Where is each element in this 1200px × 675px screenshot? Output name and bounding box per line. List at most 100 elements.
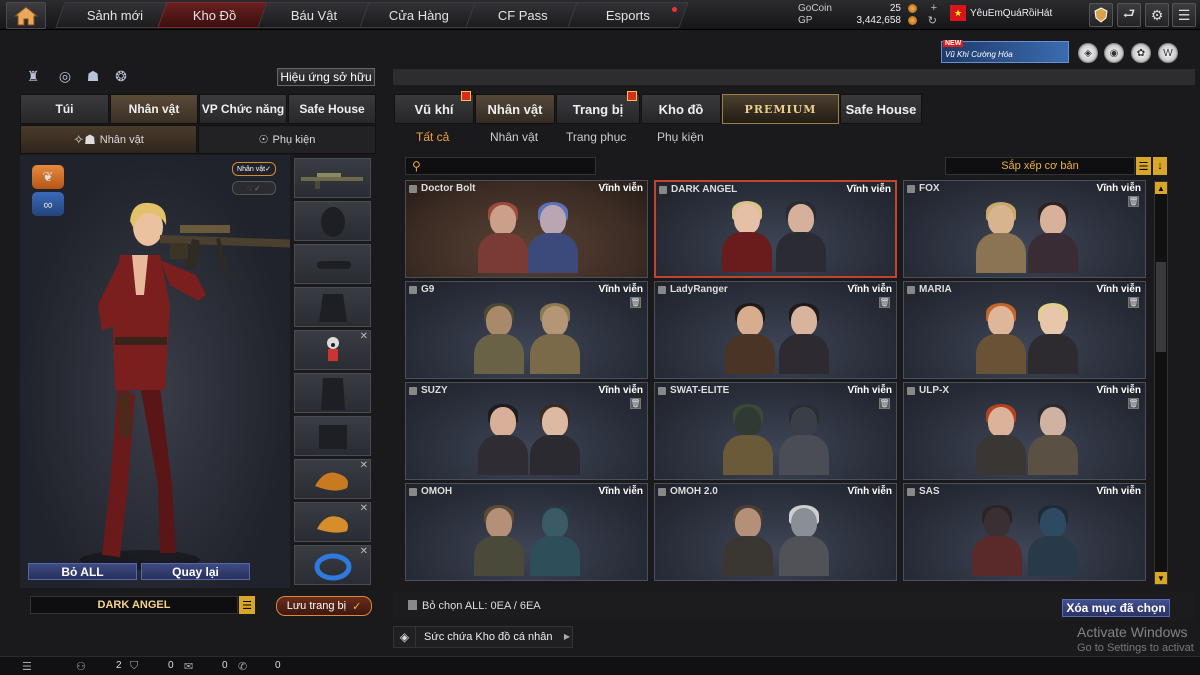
tab-vu-khi[interactable]: Vũ khí [394,91,474,124]
trash-icon[interactable]: 🗑 [1128,196,1139,207]
back-button[interactable]: Quay lại [141,563,250,580]
slot-goggles[interactable] [294,244,371,284]
remove-all-button[interactable]: Bỏ ALL [28,563,137,580]
close-icon[interactable]: ✕ [360,546,368,557]
left-subtab-nhan-vat[interactable]: ✧☗ Nhân vật [20,125,197,154]
gear-icon[interactable]: ⚙ [1145,3,1169,27]
slot-pack[interactable] [294,416,371,456]
flag-icon: ★ [950,5,966,21]
character-card-fox[interactable]: FOX Vĩnh viễn 🗑 [903,180,1146,278]
subtab-trang-phuc[interactable]: Trang phục [566,130,626,144]
trash-icon[interactable]: 🗑 [630,297,641,308]
rank-badge-icon[interactable] [1089,3,1113,27]
grenade-icon[interactable]: ❂ [112,67,130,85]
slot-accessory-3[interactable]: ✕ [294,545,371,585]
tab-bau-vat[interactable]: Báu Vật [257,2,372,28]
trash-icon[interactable]: 🗑 [1128,398,1139,409]
deselect-all-label[interactable]: Bỏ chọn ALL: 0EA / 6EA [422,600,541,612]
menu-icon[interactable]: ☰ [1172,3,1196,27]
left-tab-tui[interactable]: Túi [20,94,109,124]
trash-icon[interactable]: 🗑 [879,398,890,409]
eye-rotate-icon[interactable]: ◎ [56,67,74,85]
sort-order-icon[interactable]: ↓ [1153,157,1167,175]
scroll-up-icon[interactable]: ▲ [1155,182,1167,194]
list-status[interactable]: ☰ [22,660,32,673]
inventory-capacity-button[interactable]: ◈ Sức chứa Kho đồ cá nhân ▶ [393,626,573,648]
trash-icon[interactable]: 🗑 [879,297,890,308]
tab-kho-do[interactable]: Kho Đồ [157,2,272,28]
slot-weapon[interactable] [294,158,371,198]
tab-cf-pass[interactable]: CF Pass [465,2,580,28]
character-card-swat-elite[interactable]: SWAT-ELITE Vĩnh viễn 🗑 [654,382,897,480]
left-tab-safe-house[interactable]: Safe House [288,94,376,124]
pose-icon[interactable]: ☗ [84,67,102,85]
tab-sanh-moi[interactable]: Sảnh mới [55,2,175,28]
character-card-doctor-bolt[interactable]: Doctor Bolt Vĩnh viễn [405,180,648,278]
goggles-silhouette-icon [317,261,351,269]
left-subtab-label: Phụ kiện [272,133,316,146]
character-card-dark-angel[interactable]: DARK ANGEL Vĩnh viễn [654,180,897,278]
slot-vest[interactable] [294,287,371,327]
tab-esports[interactable]: Esports [567,2,689,28]
slot-body[interactable] [294,373,371,413]
event-w-icon[interactable]: W [1158,43,1178,63]
left-tab-nhan-vat[interactable]: Nhân vật [110,94,198,124]
sort-dropdown[interactable]: Sắp xếp cơ bản [945,157,1135,175]
event-shield-icon[interactable]: ◈ [1078,43,1098,63]
character-name-field[interactable]: DARK ANGEL [30,596,238,614]
tab-trang-bi[interactable]: Trang bị [556,91,640,124]
gp-value: 3,442,658 [856,14,902,26]
character-card-sas[interactable]: SAS Vĩnh viễn [903,483,1146,581]
friends-status[interactable]: ⚇ [76,660,86,673]
chat-status[interactable]: ✉ [184,660,193,673]
character-preview[interactable]: ❦ ∞ Nhân vật ✓ ◌ ✓ [20,155,290,588]
tab-nhan-vat[interactable]: Nhân vật [475,94,555,124]
slot-head[interactable] [294,201,371,241]
character-card-suzy[interactable]: SUZY Vĩnh viễn 🗑 [405,382,648,480]
exit-icon[interactable]: ⮐ [1117,3,1141,27]
event-ball-icon[interactable]: ✿ [1131,43,1151,63]
grid-scrollbar[interactable]: ▲ ▼ [1154,181,1168,585]
left-subtab-phu-kien[interactable]: ☉ Phụ kiện [198,125,376,154]
character-card-omoh[interactable]: OMOH Vĩnh viễn [405,483,648,581]
refresh-icon[interactable]: ↻ [928,14,937,27]
owned-effects-button[interactable]: Hiệu ứng sở hữu [277,68,375,86]
add-gocoin-icon[interactable]: + [931,2,937,14]
subtab-nhan-vat[interactable]: Nhân vật [490,130,538,144]
scroll-thumb[interactable] [1156,262,1166,352]
tab-safe-house[interactable]: Safe House [840,94,922,124]
close-icon[interactable]: ✕ [360,331,368,342]
character-card-ladyranger[interactable]: LadyRanger Vĩnh viễn 🗑 [654,281,897,379]
gift-icon[interactable]: ♜ [24,67,42,85]
close-icon[interactable]: ✕ [360,503,368,514]
trash-icon[interactable]: 🗑 [630,398,641,409]
left-tab-vp-chuc-nang[interactable]: VP Chức năng [199,94,287,124]
save-loadout-button[interactable]: Lưu trang bị ✓ [276,596,372,616]
subtab-phu-kien[interactable]: Phụ kiện [657,130,704,144]
search-input[interactable]: ⚲ [405,157,596,175]
tab-kho-do-sub[interactable]: Kho đồ [641,94,721,124]
slot-accessory-2[interactable]: ✕ [294,502,371,542]
subtab-tat-ca[interactable]: Tất cả [416,130,449,144]
tab-premium[interactable]: PREMIUM [722,94,839,124]
home-button[interactable] [6,2,46,29]
slot-doll[interactable]: ✕ [294,330,371,370]
character-card-ulp-x[interactable]: ULP-X Vĩnh viễn 🗑 [903,382,1146,480]
character-portrait [976,202,1026,277]
slot-accessory-1[interactable]: ✕ [294,459,371,499]
character-card-g9[interactable]: G9 Vĩnh viễn 🗑 [405,281,648,379]
clan-status[interactable]: ⛉ [130,660,138,673]
promo-banner[interactable]: NEW Vũ Khí Cường Hóa [941,40,1069,63]
character-card-omoh-2[interactable]: OMOH 2.0 Vĩnh viễn [654,483,897,581]
list-icon[interactable]: ☰ [239,596,255,614]
scroll-down-icon[interactable]: ▼ [1155,572,1167,584]
tab-cua-hang[interactable]: Cửa Hàng [359,2,479,28]
lock-icon [907,387,915,395]
close-icon[interactable]: ✕ [360,460,368,471]
list-view-icon[interactable]: ☰ [1136,157,1151,175]
character-card-maria[interactable]: MARIA Vĩnh viễn 🗑 [903,281,1146,379]
remove-selected-button[interactable]: Xóa mục đã chọn [1062,599,1170,617]
trash-icon[interactable]: 🗑 [1128,297,1139,308]
event-globe-icon[interactable]: ◉ [1104,43,1124,63]
mail-status[interactable]: ✆ [238,660,247,673]
